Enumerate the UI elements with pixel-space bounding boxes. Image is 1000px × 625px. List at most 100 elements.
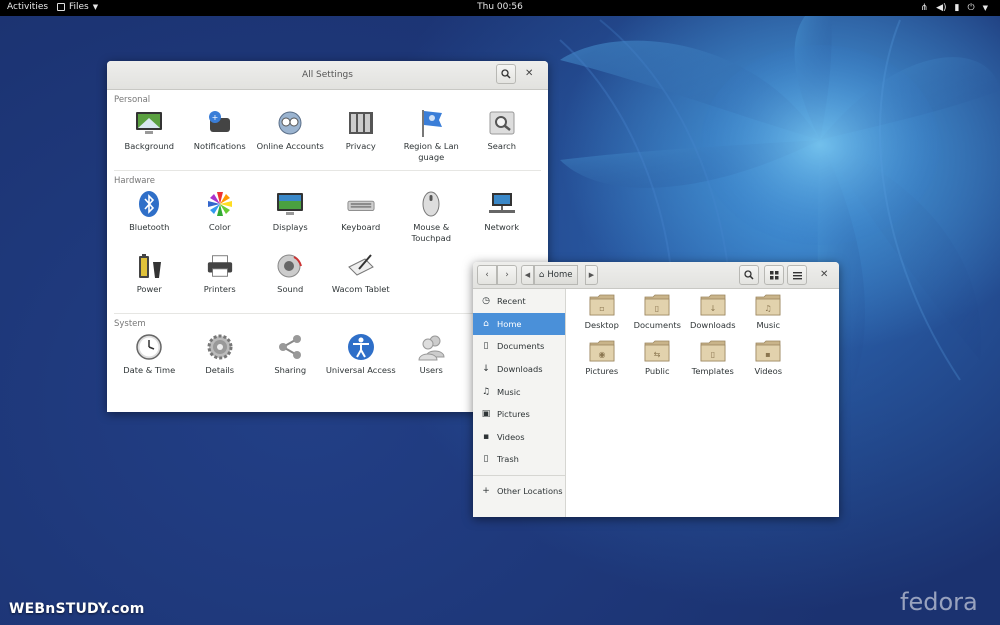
close-icon: ✕ (525, 68, 534, 79)
folder-item[interactable]: ▫ Desktop (574, 293, 630, 339)
back-button[interactable]: ‹ (477, 265, 497, 285)
sidebar-item-videos[interactable]: ▪ Videos (473, 426, 565, 449)
settings-search-button[interactable] (496, 64, 516, 84)
clock-icon (136, 334, 162, 360)
folder-item[interactable]: ▯ Templates (685, 339, 741, 385)
settings-item-privacy[interactable]: Privacy (326, 106, 397, 168)
sidebar-item-label: Music (497, 386, 521, 397)
folder-emblem-icon: ▯ (655, 304, 659, 313)
settings-item-label: Network (484, 222, 520, 232)
sidebar-item-pictures[interactable]: ▣ Pictures (473, 403, 565, 426)
mouse-icon (422, 191, 440, 217)
settings-item-background[interactable]: Background (114, 106, 185, 168)
settings-item-bluetooth[interactable]: Bluetooth (114, 187, 185, 249)
menu-button[interactable] (787, 265, 807, 285)
activities-button[interactable]: Activities (7, 2, 48, 12)
path-scroll-left-button[interactable]: ◀ (521, 265, 534, 285)
plus-icon: + (482, 486, 490, 497)
settings-item-wacom-tablet[interactable]: Wacom Tablet (326, 249, 397, 311)
settings-item-label: Region & Lan guage (403, 141, 459, 162)
settings-item-label: Printers (203, 284, 236, 294)
folder-label: Desktop (584, 320, 619, 330)
settings-item-region-language[interactable]: Region & Lan guage (396, 106, 467, 168)
sidebar-item-home[interactable]: ⌂ Home (473, 312, 565, 336)
settings-item-power[interactable]: Power (114, 249, 185, 311)
settings-item-label: Power (136, 284, 162, 294)
files-app-icon (57, 3, 65, 11)
settings-item-label: Sound (277, 284, 304, 294)
folder-item[interactable]: ⇆ Public (630, 339, 686, 385)
view-toggle-button[interactable] (764, 265, 784, 285)
settings-item-printers[interactable]: Printers (185, 249, 256, 311)
settings-item-mouse-touchpad[interactable]: Mouse & Touchpad (396, 187, 467, 249)
chevron-down-icon: ▼ (92, 3, 99, 11)
watermark-text: WEBnSTUDY.com (9, 601, 145, 617)
sidebar-item-other-locations[interactable]: + Other Locations (473, 480, 565, 503)
folder-item[interactable]: ▪ Videos (741, 339, 797, 385)
folder-item[interactable]: ♫ Music (741, 293, 797, 339)
settings-item-network[interactable]: Network (467, 187, 538, 249)
files-search-button[interactable] (739, 265, 759, 285)
settings-item-label: Privacy (345, 141, 376, 151)
recent-icon: ◷ (482, 296, 490, 307)
sidebar-item-label: Pictures (497, 409, 530, 420)
universal-access-icon (347, 334, 374, 360)
settings-item-details[interactable]: Details (185, 330, 256, 392)
color-icon (207, 192, 232, 216)
chevron-right-icon: › (505, 270, 509, 280)
folder-emblem-icon: ▪ (766, 350, 771, 359)
settings-item-search[interactable]: Search (467, 106, 538, 168)
forward-button[interactable]: › (497, 265, 517, 285)
details-gear-icon (207, 334, 233, 360)
folder-item[interactable]: ▯ Documents (630, 293, 686, 339)
settings-item-universal-access[interactable]: Universal Access (326, 330, 397, 392)
folder-label: Videos (754, 366, 783, 376)
system-menu[interactable]: ⋔ ◀) ▮ ⏻ ▼ (921, 2, 988, 14)
settings-item-displays[interactable]: Displays (255, 187, 326, 249)
folder-icon: ◉ (589, 340, 615, 362)
app-menu[interactable]: Files ▼ (57, 2, 98, 12)
folder-label: Music (756, 320, 781, 330)
close-button[interactable]: ✕ (820, 269, 828, 280)
breadcrumb[interactable]: ⌂ Home (534, 265, 578, 285)
settings-item-users[interactable]: Users (396, 330, 467, 392)
clock[interactable]: Thu 00:56 (477, 2, 523, 12)
sound-icon (277, 254, 303, 278)
settings-item-notifications[interactable]: + Notifications (185, 106, 256, 168)
settings-item-online-accounts[interactable]: Online Accounts (255, 106, 326, 168)
wacom-tablet-icon (347, 254, 374, 276)
close-button[interactable]: ✕ (525, 68, 533, 79)
folder-emblem-icon: ▯ (711, 350, 715, 359)
settings-item-color[interactable]: Color (185, 187, 256, 249)
folder-emblem-icon: ◉ (598, 350, 605, 359)
folder-label: Templates (691, 366, 734, 376)
home-icon: ⌂ (539, 270, 545, 280)
settings-item-keyboard[interactable]: Keyboard (326, 187, 397, 249)
path-scroll-right-button[interactable]: ▶ (585, 265, 598, 285)
settings-item-sound[interactable]: Sound (255, 249, 326, 311)
printer-icon (207, 255, 232, 277)
svg-text:+: + (211, 113, 218, 122)
settings-item-date-time[interactable]: Date & Time (114, 330, 185, 392)
sidebar-item-recent[interactable]: ◷ Recent (473, 290, 565, 313)
section-label: Personal (114, 95, 151, 105)
folder-item[interactable]: ↓ Downloads (685, 293, 741, 339)
settings-item-label: Wacom Tablet (331, 284, 390, 294)
sidebar-item-downloads[interactable]: ↓ Downloads (473, 358, 565, 381)
folder-item[interactable]: ◉ Pictures (574, 339, 630, 385)
folder-icon: ▪ (755, 340, 781, 362)
sidebar-item-documents[interactable]: ▯ Documents (473, 335, 565, 358)
search-settings-icon (489, 111, 515, 135)
power-icon: ⏻ (967, 3, 975, 13)
settings-item-label: Details (205, 365, 235, 375)
app-menu-label: Files (69, 2, 89, 12)
files-sidebar: ◷ Recent ⌂ Home ▯ Documents ↓ Downloads ♫ Mus… (473, 289, 566, 517)
section-label: Hardware (114, 176, 156, 186)
background-icon (136, 112, 163, 134)
videos-icon: ▪ (482, 431, 490, 442)
hamburger-menu-icon (792, 271, 802, 279)
sidebar-item-music[interactable]: ♫ Music (473, 380, 565, 403)
settings-item-sharing[interactable]: Sharing (255, 330, 326, 392)
search-icon (501, 69, 511, 79)
sidebar-item-trash[interactable]: ▯ Trash (473, 448, 565, 471)
